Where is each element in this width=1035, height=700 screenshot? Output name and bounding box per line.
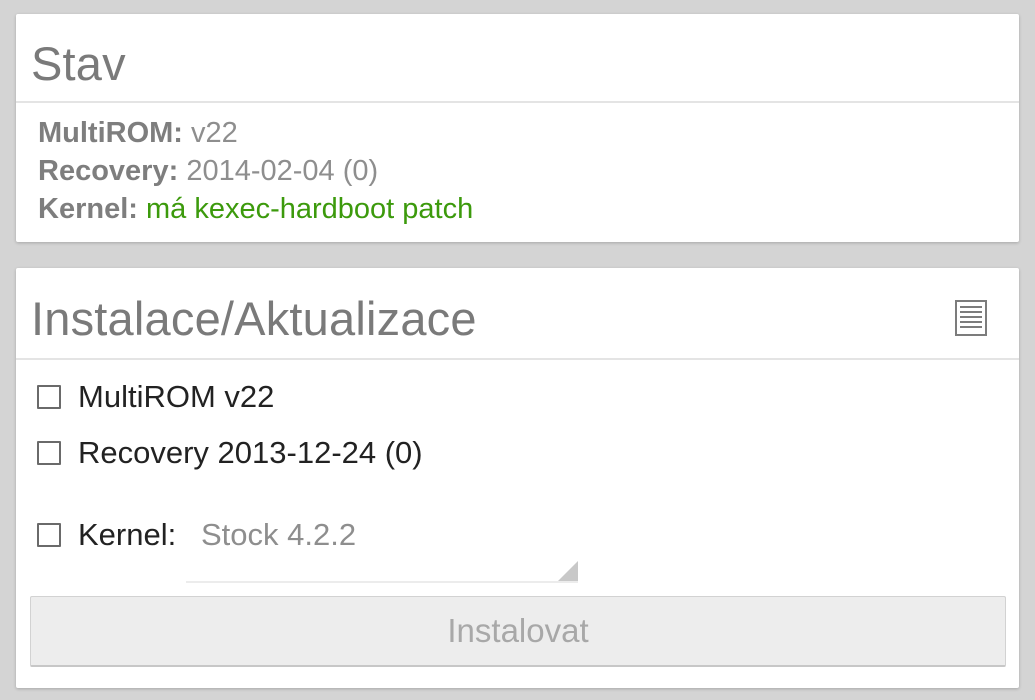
kernel-checkbox[interactable] [37,523,61,547]
install-card-divider [16,358,1019,360]
kernel-select-value: Stock 4.2.2 [201,517,357,552]
status-multirom-line: MultiROM: v22 [38,117,238,150]
status-multirom-key: MultiROM: [38,117,183,149]
status-card-divider [16,101,1019,103]
status-card: Stav MultiROM: v22 Recovery: 2014-02-04 … [16,14,1019,242]
status-kernel-value: má kexec-hardboot patch [145,193,474,225]
kernel-option[interactable]: Kernel: [37,515,176,555]
multirom-option[interactable]: MultiROM v22 [37,377,274,417]
status-card-title: Stav [31,37,126,90]
status-recovery-value: 2014-02-04 (0) [186,155,379,187]
status-multirom-value: v22 [191,117,238,149]
install-card-title: Instalace/Aktualizace [31,292,477,345]
status-kernel-line: Kernel: má kexec-hardboot patch [38,193,473,226]
multirom-option-label[interactable]: MultiROM v22 [78,379,274,415]
recovery-option-label[interactable]: Recovery 2013-12-24 (0) [78,435,423,471]
status-recovery-line: Recovery: 2014-02-04 (0) [38,155,378,188]
kernel-option-label[interactable]: Kernel: [78,517,176,553]
kernel-select[interactable]: Stock 4.2.2 [186,510,578,583]
recovery-option[interactable]: Recovery 2013-12-24 (0) [37,433,423,473]
status-recovery-key: Recovery: [38,155,179,187]
install-button[interactable]: Instalovat [30,596,1006,667]
recovery-checkbox[interactable] [37,441,61,465]
multirom-checkbox[interactable] [37,385,61,409]
install-card: Instalace/Aktualizace MultiROM v22 Recov… [16,268,1019,688]
dropdown-arrow-icon [558,561,578,581]
changelog-icon[interactable] [955,300,987,336]
status-kernel-key: Kernel: [38,193,138,225]
